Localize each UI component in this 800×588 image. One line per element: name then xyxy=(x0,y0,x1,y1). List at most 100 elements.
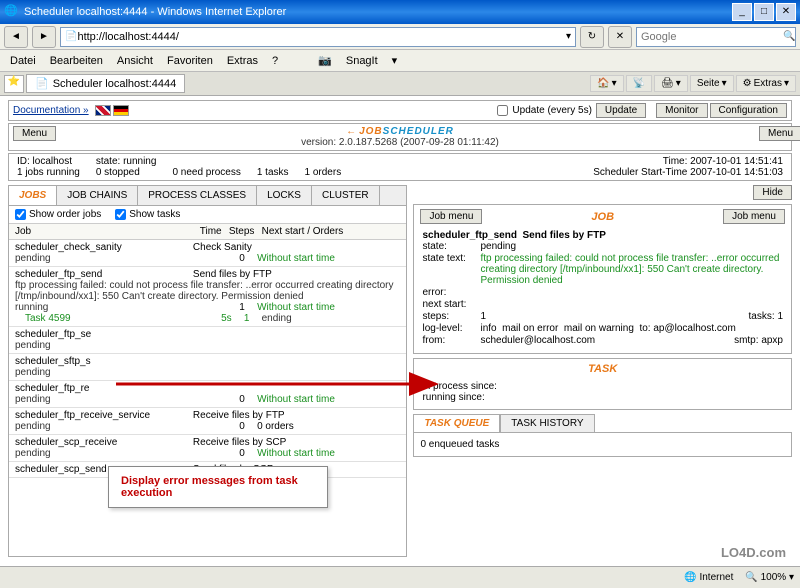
job-item[interactable]: scheduler_check_sanityCheck Sanitypendin… xyxy=(9,240,406,267)
show-tasks-checkbox[interactable]: Show tasks xyxy=(115,209,180,220)
stop-button[interactable]: ✕ xyxy=(608,26,632,48)
host-id: ID: localhost xyxy=(17,156,80,167)
job-menu-left[interactable]: Job menu xyxy=(420,209,482,224)
main-tabs: JOBS JOB CHAINS PROCESS CLASSES LOCKS CL… xyxy=(9,186,406,206)
menu-extras[interactable]: Extras xyxy=(221,53,264,69)
job-item[interactable]: scheduler_ftp_receive_serviceReceive fil… xyxy=(9,408,406,435)
snagit-toolbar[interactable]: 📷 SnagIt ▾ xyxy=(306,50,409,71)
menu-datei[interactable]: Datei xyxy=(4,53,42,69)
page-button[interactable]: Seite ▾ xyxy=(690,75,734,92)
tasks-count: 1 tasks xyxy=(257,167,289,178)
auto-update-label: Update (every 5s) xyxy=(512,105,591,116)
col-time: Time xyxy=(182,226,222,237)
address-bar[interactable]: 📄 ▾ xyxy=(60,27,576,47)
watermark: LO4D.com xyxy=(721,545,786,560)
col-steps: Steps xyxy=(222,226,262,237)
auto-update-checkbox[interactable] xyxy=(497,105,508,116)
show-order-jobs-checkbox[interactable]: Show order jobs xyxy=(15,209,101,220)
documentation-link[interactable]: Documentation » xyxy=(13,105,89,116)
job-list[interactable]: scheduler_check_sanityCheck Sanitypendin… xyxy=(9,240,406,556)
menu-help[interactable]: ? xyxy=(266,53,284,69)
monitor-button[interactable]: Monitor xyxy=(656,103,707,118)
stopped-count: 0 stopped xyxy=(96,167,157,178)
doc-bar: Documentation » Update (every 5s) Update… xyxy=(8,100,792,121)
job-item[interactable]: scheduler_ftp_repending0Without start ti… xyxy=(9,381,406,408)
job-detail-panel: Job menu JOB Job menu scheduler_ftp_send… xyxy=(413,204,792,354)
filter-row: Show order jobs Show tasks xyxy=(9,206,406,224)
running-since: running since: xyxy=(422,392,783,403)
page-icon: 📄 xyxy=(65,31,77,42)
tab-process-classes[interactable]: PROCESS CLASSES xyxy=(138,186,257,205)
next-start-label: next start: xyxy=(422,299,480,310)
search-box[interactable]: 🔍 xyxy=(636,27,796,47)
snagit-label: SnagIt xyxy=(340,53,384,69)
minimize-button[interactable]: _ xyxy=(732,3,752,21)
menu-bearbeiten[interactable]: Bearbeiten xyxy=(44,53,109,69)
dropdown-icon[interactable]: ▾ xyxy=(566,31,571,42)
url-input[interactable] xyxy=(77,31,566,43)
configuration-button[interactable]: Configuration xyxy=(710,103,787,118)
queue-body: 0 enqueued tasks xyxy=(413,432,792,457)
tab-task-history[interactable]: TASK HISTORY xyxy=(500,414,594,432)
ie-icon: 🌐 xyxy=(4,4,20,20)
job-state: pending xyxy=(480,241,783,252)
home-button[interactable]: 🏠▾ xyxy=(590,75,623,92)
version-label: version: 2.0.187.5268 (2007-09-28 01:11:… xyxy=(47,137,753,148)
internet-zone: 🌐 Internet xyxy=(684,572,733,583)
search-icon[interactable]: 🔍 xyxy=(783,31,795,42)
menu-favoriten[interactable]: Favoriten xyxy=(161,53,219,69)
job-name: scheduler_ftp_send xyxy=(422,230,516,241)
tab-cluster[interactable]: CLUSTER xyxy=(312,186,380,205)
flag-de-icon[interactable] xyxy=(113,105,129,116)
tab-jobs[interactable]: JOBS xyxy=(9,186,57,205)
fav-button[interactable]: ⭐ xyxy=(4,75,24,93)
close-button[interactable]: ✕ xyxy=(776,3,796,21)
tab-task-queue[interactable]: TASK QUEUE xyxy=(413,414,500,432)
task-panel: TASK in process since: running since: xyxy=(413,358,792,410)
error-label: error: xyxy=(422,287,480,298)
need-process: 0 need process xyxy=(172,167,240,178)
maximize-button[interactable]: □ xyxy=(754,3,774,21)
job-item[interactable]: scheduler_scp_receiveReceive files by SC… xyxy=(9,435,406,462)
flag-gb-icon[interactable] xyxy=(95,105,111,116)
tools-button[interactable]: ⚙ Extras ▾ xyxy=(736,75,796,92)
job-item[interactable]: scheduler_sftp_spending xyxy=(9,354,406,381)
status-bar: ID: localhost 1 jobs running state: runn… xyxy=(8,153,792,181)
in-process-since: in process since: xyxy=(422,381,783,392)
print-button[interactable]: 🖨▾ xyxy=(654,75,688,92)
ie-statusbar: 🌐 Internet 🔍 100% ▾ xyxy=(0,566,800,588)
forward-button[interactable]: ► xyxy=(32,26,56,48)
tab-job-chains[interactable]: JOB CHAINS xyxy=(57,186,138,205)
menu-button-right[interactable]: Menu xyxy=(759,126,800,141)
globe-icon: 🌐 xyxy=(684,572,696,583)
job-menu-right[interactable]: Job menu xyxy=(723,209,785,224)
menu-ansicht[interactable]: Ansicht xyxy=(111,53,159,69)
task-panel-title: TASK xyxy=(420,363,785,375)
task-queue-panel: TASK QUEUE TASK HISTORY 0 enqueued tasks xyxy=(413,414,792,457)
col-job: Job xyxy=(15,226,182,237)
refresh-button[interactable]: ↻ xyxy=(580,26,604,48)
hide-button[interactable]: Hide xyxy=(753,185,792,200)
current-time: Time: 2007-10-01 14:51:41 xyxy=(593,156,783,167)
update-button[interactable]: Update xyxy=(596,103,646,118)
snagit-icon: 📷 xyxy=(312,52,338,69)
state-running: state: running xyxy=(96,156,157,167)
browser-tab[interactable]: 📄 Scheduler localhost:4444 xyxy=(26,74,185,93)
window-titlebar: 🌐 Scheduler localhost:4444 - Windows Int… xyxy=(0,0,800,24)
app-logo: ←JOBSCHEDULER version: 2.0.187.5268 (200… xyxy=(45,124,755,150)
job-state-text: ftp processing failed: could not process… xyxy=(480,253,783,286)
browser-tabs: ⭐ 📄 Scheduler localhost:4444 🏠▾ 📡 🖨▾ Sei… xyxy=(0,72,800,96)
zoom-level[interactable]: 🔍 100% ▾ xyxy=(745,572,794,583)
search-input[interactable] xyxy=(641,31,783,43)
job-item[interactable]: scheduler_ftp_sendSend files by FTPftp p… xyxy=(9,267,406,327)
job-item[interactable]: scheduler_ftp_sepending xyxy=(9,327,406,354)
job-panel-title: JOB xyxy=(482,211,723,223)
job-list-header: Job Time Steps Next start / Orders xyxy=(9,224,406,240)
back-button[interactable]: ◄ xyxy=(4,26,28,48)
chevron-down-icon: ▾ xyxy=(386,52,404,69)
col-next: Next start / Orders xyxy=(262,226,401,237)
tab-locks[interactable]: LOCKS xyxy=(257,186,312,205)
tab-label: Scheduler localhost:4444 xyxy=(53,78,177,90)
job-desc: Send files by FTP xyxy=(523,230,606,241)
feeds-button[interactable]: 📡 xyxy=(626,75,652,92)
